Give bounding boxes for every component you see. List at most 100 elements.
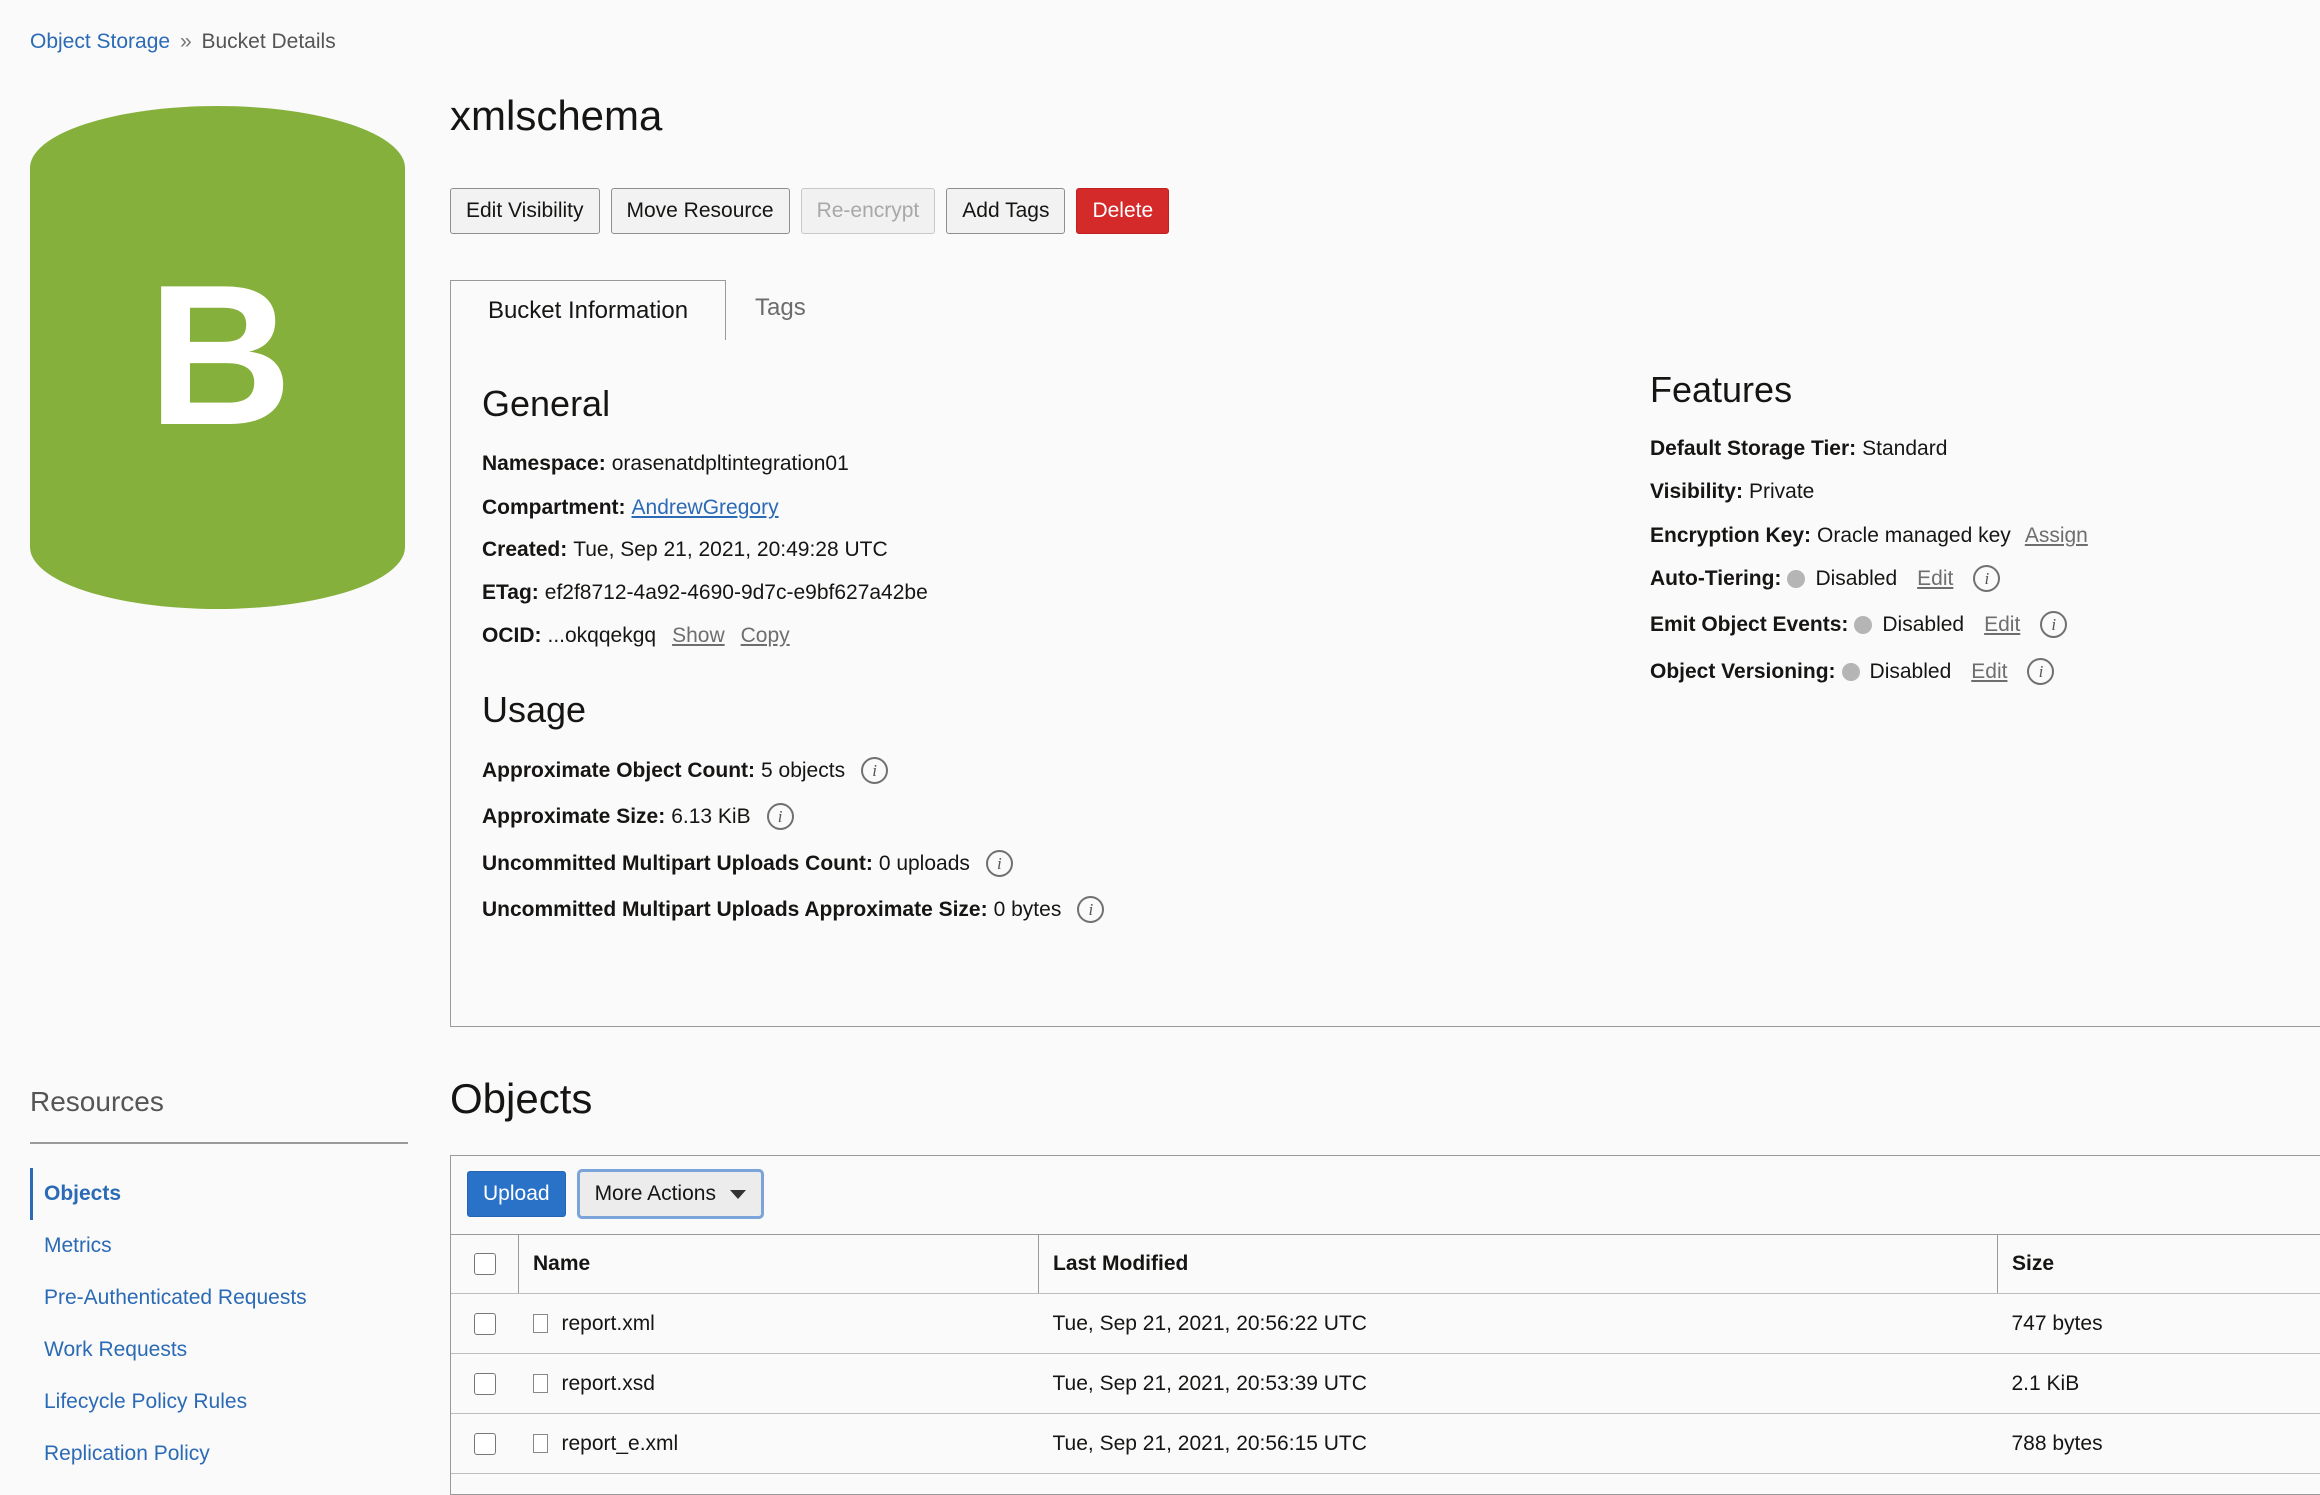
table-header-row: Name Last Modified Size bbox=[451, 1235, 2320, 1294]
object-count-label: Approximate Object Count: bbox=[482, 759, 755, 783]
ocid-row: OCID: ...okqqekgq Show Copy bbox=[482, 624, 790, 648]
multipart-size-row: Uncommitted Multipart Uploads Approximat… bbox=[482, 896, 1104, 923]
object-name-cell: report.xsd bbox=[519, 1354, 1039, 1414]
row-checkbox[interactable] bbox=[474, 1433, 496, 1455]
file-icon bbox=[533, 1314, 548, 1333]
emit-events-edit-link[interactable]: Edit bbox=[1984, 613, 2020, 637]
object-modified: Tue, Sep 21, 2021, 20:56:15 UTC bbox=[1039, 1414, 1998, 1474]
info-icon[interactable]: i bbox=[986, 850, 1013, 877]
select-all-checkbox[interactable] bbox=[474, 1253, 496, 1275]
move-resource-button[interactable]: Move Resource bbox=[611, 188, 790, 234]
auto-tiering-row: Auto-Tiering: Disabled Edit i bbox=[1650, 565, 2000, 592]
objects-toolbar: Upload More Actions bbox=[467, 1171, 762, 1217]
file-icon bbox=[533, 1434, 548, 1453]
object-size: 2.1 KiB bbox=[1998, 1354, 2320, 1414]
ocid-show-link[interactable]: Show bbox=[672, 624, 725, 648]
namespace-row: Namespace: orasenatdpltintegration01 bbox=[482, 452, 849, 476]
auto-tiering-label: Auto-Tiering: bbox=[1650, 567, 1781, 591]
row-select-cell bbox=[451, 1354, 519, 1414]
compartment-link[interactable]: AndrewGregory bbox=[632, 496, 779, 520]
column-header-size[interactable]: Size bbox=[1998, 1235, 2320, 1294]
tab-bucket-information[interactable]: Bucket Information bbox=[450, 280, 726, 340]
multipart-count-value: 0 uploads bbox=[879, 852, 970, 876]
ocid-value: ...okqqekgq bbox=[548, 624, 657, 648]
auto-tiering-edit-link[interactable]: Edit bbox=[1917, 567, 1953, 591]
add-tags-button[interactable]: Add Tags bbox=[946, 188, 1065, 234]
versioning-label: Object Versioning: bbox=[1650, 660, 1836, 684]
table-row: report_e.xml Tue, Sep 21, 2021, 20:56:15… bbox=[451, 1414, 2320, 1474]
multipart-size-value: 0 bytes bbox=[994, 898, 1062, 922]
table-row: report.xsd Tue, Sep 21, 2021, 20:53:39 U… bbox=[451, 1354, 2320, 1414]
encryption-key-row: Encryption Key: Oracle managed key Assig… bbox=[1650, 524, 2088, 548]
object-size: 788 bytes bbox=[1998, 1414, 2320, 1474]
objects-table: Name Last Modified Size report.xml Tue, … bbox=[451, 1234, 2320, 1474]
versioning-edit-link[interactable]: Edit bbox=[1971, 660, 2007, 684]
breadcrumb: Object Storage » Bucket Details bbox=[30, 30, 336, 54]
row-select-cell bbox=[451, 1294, 519, 1354]
edit-visibility-button[interactable]: Edit Visibility bbox=[450, 188, 600, 234]
breadcrumb-current: Bucket Details bbox=[201, 30, 335, 53]
object-name[interactable]: report.xsd bbox=[562, 1372, 655, 1395]
status-dot-icon bbox=[1787, 570, 1805, 588]
objects-heading: Objects bbox=[450, 1075, 592, 1123]
usage-heading: Usage bbox=[482, 689, 586, 731]
column-header-name[interactable]: Name bbox=[519, 1235, 1039, 1294]
storage-tier-value: Standard bbox=[1862, 437, 1947, 461]
more-actions-button[interactable]: More Actions bbox=[579, 1171, 762, 1217]
info-icon[interactable]: i bbox=[2027, 658, 2054, 685]
compartment-label: Compartment: bbox=[482, 496, 626, 520]
emit-events-value: Disabled bbox=[1882, 613, 1964, 637]
status-dot-icon bbox=[1842, 663, 1860, 681]
ocid-copy-link[interactable]: Copy bbox=[741, 624, 790, 648]
object-name[interactable]: report.xml bbox=[562, 1312, 655, 1335]
table-row: report.xml Tue, Sep 21, 2021, 20:56:22 U… bbox=[451, 1294, 2320, 1354]
etag-row: ETag: ef2f8712-4a92-4690-9d7c-e9bf627a42… bbox=[482, 581, 928, 605]
row-checkbox[interactable] bbox=[474, 1373, 496, 1395]
status-dot-icon bbox=[1854, 616, 1872, 634]
info-icon[interactable]: i bbox=[1077, 896, 1104, 923]
resources-nav: Objects Metrics Pre-Authenticated Reques… bbox=[30, 1168, 410, 1480]
row-checkbox[interactable] bbox=[474, 1313, 496, 1335]
resources-item-pre-authenticated-requests[interactable]: Pre-Authenticated Requests bbox=[30, 1272, 410, 1324]
general-heading: General bbox=[482, 383, 610, 425]
info-icon[interactable]: i bbox=[2040, 611, 2067, 638]
info-icon[interactable]: i bbox=[1973, 565, 2000, 592]
tab-tags[interactable]: Tags bbox=[755, 294, 806, 322]
re-encrypt-button[interactable]: Re-encrypt bbox=[801, 188, 936, 234]
resources-heading: Resources bbox=[30, 1086, 164, 1118]
multipart-count-label: Uncommitted Multipart Uploads Count: bbox=[482, 852, 873, 876]
more-actions-label: More Actions bbox=[595, 1182, 716, 1206]
storage-tier-row: Default Storage Tier: Standard bbox=[1650, 437, 1947, 461]
caret-down-icon bbox=[730, 1190, 746, 1199]
created-value: Tue, Sep 21, 2021, 20:49:28 UTC bbox=[573, 538, 887, 562]
assign-link[interactable]: Assign bbox=[2025, 524, 2088, 548]
visibility-label: Visibility: bbox=[1650, 480, 1743, 504]
breadcrumb-separator: » bbox=[180, 30, 192, 53]
resources-item-lifecycle-policy-rules[interactable]: Lifecycle Policy Rules bbox=[30, 1376, 410, 1428]
encryption-key-label: Encryption Key: bbox=[1650, 524, 1811, 548]
info-icon[interactable]: i bbox=[767, 803, 794, 830]
object-size: 747 bytes bbox=[1998, 1294, 2320, 1354]
detail-tabs: Bucket Information Tags bbox=[450, 280, 2320, 340]
resources-item-metrics[interactable]: Metrics bbox=[30, 1220, 410, 1272]
column-header-last-modified[interactable]: Last Modified bbox=[1039, 1235, 1998, 1294]
object-name[interactable]: report_e.xml bbox=[562, 1432, 679, 1455]
objects-panel: Upload More Actions Name Last Modified S… bbox=[450, 1155, 2320, 1495]
breadcrumb-object-storage-link[interactable]: Object Storage bbox=[30, 30, 170, 53]
object-name-cell: report.xml bbox=[519, 1294, 1039, 1354]
namespace-value: orasenatdpltintegration01 bbox=[612, 452, 849, 476]
upload-button[interactable]: Upload bbox=[467, 1171, 566, 1217]
visibility-row: Visibility: Private bbox=[1650, 480, 1814, 504]
info-icon[interactable]: i bbox=[861, 757, 888, 784]
multipart-size-label: Uncommitted Multipart Uploads Approximat… bbox=[482, 898, 988, 922]
resources-item-work-requests[interactable]: Work Requests bbox=[30, 1324, 410, 1376]
versioning-row: Object Versioning: Disabled Edit i bbox=[1650, 658, 2054, 685]
resources-divider bbox=[30, 1142, 408, 1144]
bucket-letter: B bbox=[148, 244, 292, 467]
delete-button[interactable]: Delete bbox=[1076, 188, 1169, 234]
page-title: xmlschema bbox=[450, 92, 662, 140]
resources-item-replication-policy[interactable]: Replication Policy bbox=[30, 1428, 410, 1480]
emit-events-label: Emit Object Events: bbox=[1650, 613, 1848, 637]
resources-item-objects[interactable]: Objects bbox=[30, 1168, 410, 1220]
object-modified: Tue, Sep 21, 2021, 20:53:39 UTC bbox=[1039, 1354, 1998, 1414]
